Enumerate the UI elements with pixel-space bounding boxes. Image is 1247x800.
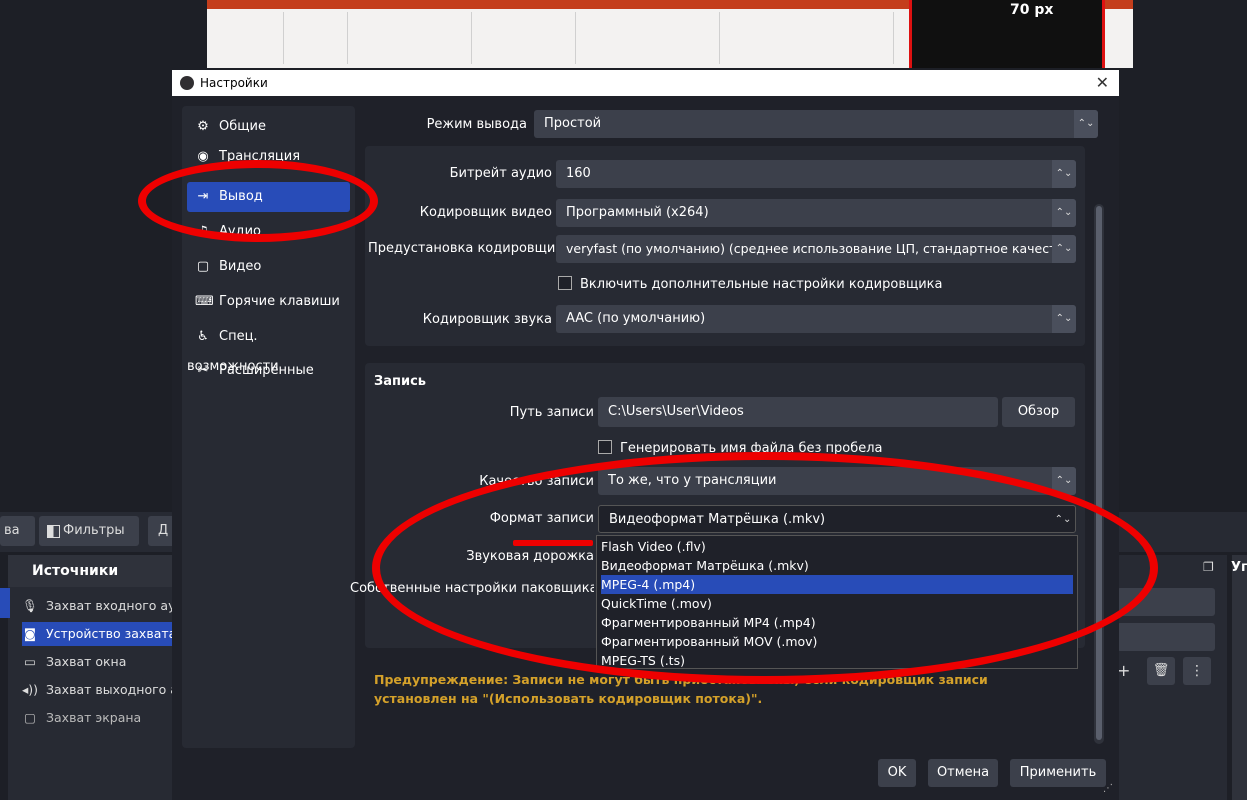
advanced-encoder-checkbox[interactable]: Включить дополнительные настройки кодиро… (558, 276, 943, 292)
add-icon[interactable]: + (1117, 661, 1137, 681)
chevron-updown-icon: ⌃⌄ (1074, 110, 1098, 138)
close-icon[interactable]: ✕ (1096, 70, 1109, 96)
accessibility-icon: ♿ (197, 329, 209, 344)
nav-item-advanced[interactable]: ✂ Расширенные (187, 356, 350, 386)
nav-item-accessibility[interactable]: ♿ Спец. возможности (187, 322, 350, 374)
video-encoder-select[interactable]: Программный (x264) ⌃⌄ (556, 199, 1076, 227)
chevron-updown-icon: ⌃⌄ (1052, 199, 1076, 227)
camera-icon: ◙ (23, 626, 37, 641)
background-panel-title: Уг (1231, 560, 1247, 575)
recording-section-title: Запись (374, 374, 427, 389)
source-item[interactable]: ▭ Захват окна (22, 650, 182, 674)
cancel-button[interactable]: Отмена (928, 759, 998, 787)
encoder-preset-label: Предустановка кодировщика (368, 241, 572, 256)
encoder-preset-select[interactable]: veryfast (по умолчанию) (среднее использ… (556, 235, 1076, 263)
size-label: 70 px (1010, 2, 1054, 18)
dialog-titlebar: Настройки ✕ (172, 70, 1119, 96)
source-item[interactable]: ◙ Устройство захвата (22, 622, 182, 646)
ribbon-group (723, 12, 894, 64)
keyboard-icon: ⌨ (195, 294, 214, 309)
recording-path-label: Путь записи (509, 405, 594, 420)
window-icon: ▭ (24, 654, 36, 669)
nav-item-hotkeys[interactable]: ⌨ Горячие клавиши (187, 287, 350, 317)
apply-button[interactable]: Применить (1010, 759, 1106, 787)
more-icon[interactable]: ⋮ (1183, 657, 1211, 685)
undock-icon[interactable]: ❐ (1203, 560, 1214, 574)
obs-logo-icon (180, 76, 194, 90)
speaker-icon: ◂)) (22, 682, 39, 697)
tools-icon: ✂ (197, 363, 209, 378)
background-preview (909, 0, 1105, 68)
audio-bitrate-select[interactable]: 160 ⌃⌄ (556, 160, 1076, 188)
checkbox-box[interactable] (598, 440, 612, 454)
resize-grip-icon[interactable]: ⋰ (1103, 783, 1113, 794)
annotation-ring (138, 160, 378, 242)
ribbon-group (475, 12, 576, 64)
audio-encoder-label: Кодировщик звука (422, 312, 552, 327)
source-item[interactable]: 🎙 Захват входного ау (22, 594, 182, 618)
ribbon-group (287, 12, 348, 64)
nav-item-general[interactable]: ⚙ Общие (187, 112, 350, 142)
microphone-icon: 🎙 (22, 598, 38, 613)
gear-icon: ⚙ (197, 119, 209, 134)
output-mode-label: Режим вывода (426, 117, 527, 132)
recording-path-input[interactable]: C:\Users\User\Videos (598, 397, 998, 427)
audio-bitrate-label: Битрейт аудио (449, 166, 552, 181)
ribbon-group (579, 12, 720, 64)
monitor-icon: ▢ (24, 710, 36, 725)
browse-button[interactable]: Обзор (1002, 397, 1075, 427)
background-toolbar-button[interactable]: ва (0, 516, 35, 546)
chevron-updown-icon: ⌃⌄ (1052, 305, 1076, 333)
output-mode-select[interactable]: Простой ⌃⌄ (534, 110, 1098, 138)
annotation-ring (372, 452, 1158, 684)
filters-button-label: Фильтры (63, 523, 125, 538)
sources-title: Источники (8, 555, 180, 587)
chevron-updown-icon: ⌃⌄ (1052, 235, 1076, 263)
dock-edge (0, 588, 10, 618)
checkbox-box[interactable] (558, 276, 572, 290)
ribbon-group (213, 12, 284, 64)
video-encoder-label: Кодировщик видео (419, 205, 552, 220)
scrollbar-thumb[interactable] (1096, 206, 1102, 740)
filters-button[interactable]: Фильтры (39, 516, 139, 546)
nav-item-video[interactable]: ▢ Видео (187, 252, 350, 282)
background-combo[interactable] (1117, 623, 1215, 651)
background-panel-edge (1232, 555, 1247, 800)
video-icon: ▢ (196, 259, 210, 274)
audio-encoder-select[interactable]: AAC (по умолчанию) ⌃⌄ (556, 305, 1076, 333)
dialog-title: Настройки (200, 76, 268, 90)
source-item[interactable]: ▢ Захват экрана (22, 706, 182, 730)
ribbon-group (351, 12, 472, 64)
ok-button[interactable]: OK (878, 759, 916, 787)
chevron-updown-icon: ⌃⌄ (1052, 160, 1076, 188)
trash-icon[interactable]: 🗑 (1147, 657, 1175, 685)
source-item[interactable]: ◂)) Захват выходного а (22, 678, 182, 702)
filters-icon (47, 525, 60, 538)
